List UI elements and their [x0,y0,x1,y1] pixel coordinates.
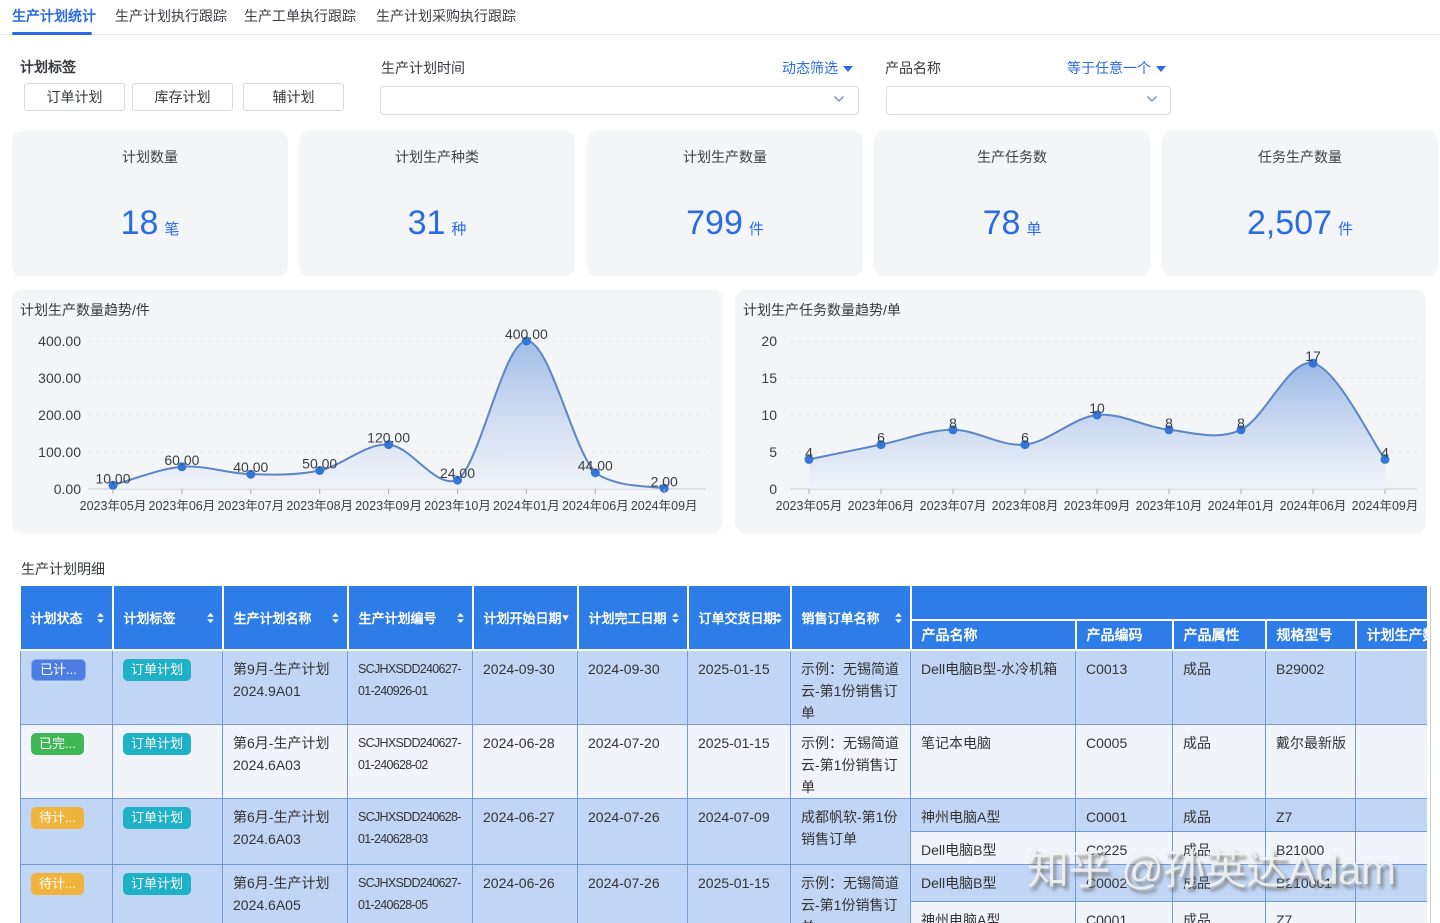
svg-text:2024年09月: 2024年09月 [1352,499,1419,513]
svg-text:2023年10月: 2023年10月 [1136,499,1203,513]
svg-text:400.00: 400.00 [38,333,81,349]
svg-text:2023年06月: 2023年06月 [848,499,915,513]
svg-text:6: 6 [877,430,885,446]
svg-text:4: 4 [1381,444,1389,460]
svg-text:0: 0 [769,481,777,497]
svg-text:400.00: 400.00 [505,326,548,342]
svg-text:10: 10 [761,407,777,423]
svg-text:2023年09月: 2023年09月 [1064,499,1131,513]
svg-text:0.00: 0.00 [54,481,81,497]
svg-text:15: 15 [761,370,777,386]
svg-text:2023年08月: 2023年08月 [286,499,353,513]
svg-text:2023年08月: 2023年08月 [992,499,1059,513]
svg-text:20: 20 [761,333,777,349]
svg-text:2024年06月: 2024年06月 [1280,499,1347,513]
svg-text:100.00: 100.00 [38,444,81,460]
svg-text:40.00: 40.00 [233,459,268,475]
svg-text:8: 8 [1237,415,1245,431]
svg-text:2024年01月: 2024年01月 [493,499,560,513]
svg-text:10: 10 [1089,400,1105,416]
svg-text:10.00: 10.00 [95,470,130,486]
svg-text:2.00: 2.00 [651,473,678,489]
svg-text:2023年05月: 2023年05月 [80,499,147,513]
svg-text:24.00: 24.00 [440,465,475,481]
svg-text:44.00: 44.00 [578,458,613,474]
svg-text:50.00: 50.00 [302,456,337,472]
svg-text:2024年01月: 2024年01月 [1208,499,1275,513]
svg-text:200.00: 200.00 [38,407,81,423]
svg-text:4: 4 [805,444,813,460]
svg-text:300.00: 300.00 [38,370,81,386]
svg-text:2023年10月: 2023年10月 [424,499,491,513]
svg-text:2023年09月: 2023年09月 [355,499,422,513]
svg-text:8: 8 [949,415,957,431]
svg-text:6: 6 [1021,430,1029,446]
svg-text:2023年07月: 2023年07月 [217,499,284,513]
svg-text:120.00: 120.00 [367,430,410,446]
svg-text:2024年09月: 2024年09月 [631,499,698,513]
svg-text:5: 5 [769,444,777,460]
svg-text:2023年05月: 2023年05月 [776,499,843,513]
svg-text:17: 17 [1305,348,1321,364]
svg-text:8: 8 [1165,415,1173,431]
svg-text:2023年06月: 2023年06月 [149,499,216,513]
svg-text:2023年07月: 2023年07月 [920,499,987,513]
svg-text:60.00: 60.00 [164,452,199,468]
svg-text:2024年06月: 2024年06月 [562,499,629,513]
